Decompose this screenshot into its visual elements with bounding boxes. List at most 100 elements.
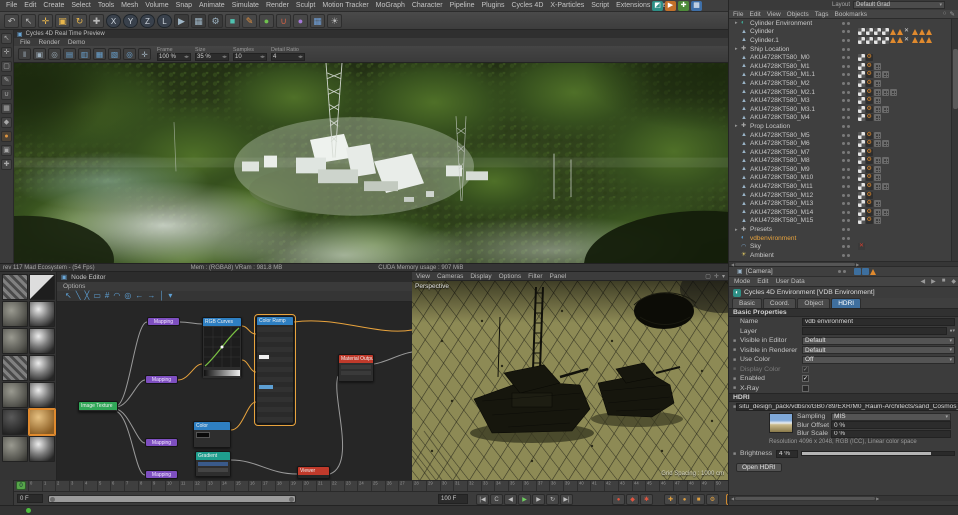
tag-c[interactable]	[858, 37, 865, 44]
toolbar-icon[interactable]: Y	[123, 14, 138, 28]
tag-u[interactable]	[874, 200, 881, 207]
toolbar-icon[interactable]: ■	[225, 14, 240, 28]
render-tool-icon[interactable]: ▧	[108, 48, 121, 60]
node-material-output[interactable]: Material Output	[338, 354, 374, 382]
object-name[interactable]: AKU4728KT580_M15	[750, 217, 842, 224]
visibility-dots[interactable]	[842, 91, 858, 94]
menu-item[interactable]: Edit	[21, 2, 39, 9]
object-name[interactable]: AKU4728KT580_M11	[750, 183, 842, 190]
tag-c[interactable]	[866, 28, 873, 35]
tag-u[interactable]	[874, 183, 881, 190]
visible-renderer-dropdown[interactable]: Default▾	[802, 346, 955, 354]
visibility-dots[interactable]	[842, 168, 858, 171]
history-icon[interactable]: ◀	[921, 278, 926, 285]
object-tags[interactable]	[858, 37, 932, 44]
node-tool-icon[interactable]: ╳	[85, 291, 90, 301]
toolbar-icon[interactable]: ✚	[89, 14, 104, 28]
tag-u[interactable]	[882, 183, 889, 190]
tag-g[interactable]	[866, 71, 873, 78]
use-color-dropdown[interactable]: Off▾	[802, 356, 955, 364]
tag-g[interactable]	[866, 174, 873, 181]
tag-g[interactable]	[866, 200, 873, 207]
scroll-right-arrow[interactable]: ▶	[856, 262, 859, 267]
toolbar-icon[interactable]: ●	[259, 14, 274, 28]
tag-r[interactable]	[858, 243, 865, 250]
menu-item[interactable]: X-Particles	[547, 2, 587, 9]
object-row[interactable]: ▸ AKU4728KT580_M2.1	[729, 88, 951, 97]
blur-scale-field[interactable]: 0 %	[831, 430, 951, 438]
visibility-dots[interactable]	[842, 22, 858, 25]
render-field-input[interactable]: 4◂▸	[271, 53, 305, 61]
render-tool-icon[interactable]: ◎	[48, 48, 61, 60]
am-menu-item[interactable]: User Data	[775, 278, 804, 285]
object-row[interactable]: ▸ AKU4728KT580_M12	[729, 191, 951, 200]
quicklaunch-icon[interactable]: ▶	[665, 1, 676, 11]
tag-c[interactable]	[858, 132, 865, 139]
tag-c[interactable]	[866, 37, 873, 44]
tag-g[interactable]	[866, 132, 873, 139]
object-tags[interactable]	[858, 97, 881, 104]
tag-t[interactable]	[912, 37, 918, 43]
tag-x[interactable]	[904, 37, 911, 44]
menu-item[interactable]: File	[3, 2, 20, 9]
object-tags[interactable]	[858, 114, 881, 121]
object-name[interactable]: Cylinder Environment	[750, 20, 842, 27]
object-name[interactable]: AKU4728KT580_M12	[750, 192, 842, 199]
object-tags[interactable]	[858, 200, 881, 207]
tag-u[interactable]	[882, 140, 889, 147]
tag-g[interactable]	[866, 183, 873, 190]
autokey-button[interactable]: ✚	[664, 494, 677, 505]
node-tool-icon[interactable]: │	[159, 291, 164, 301]
visibility-dots[interactable]	[842, 39, 858, 42]
dock-tool-icon[interactable]: ●	[1, 131, 12, 142]
object-name[interactable]: AKU4728KT580_M8	[750, 157, 842, 164]
tag-c[interactable]	[858, 114, 865, 121]
object-tags[interactable]	[858, 192, 873, 199]
history-icon[interactable]: ■	[942, 278, 946, 285]
tag-u[interactable]	[874, 89, 881, 96]
node-tool-icon[interactable]: ◎	[124, 291, 131, 301]
timeline-ruler[interactable]: 0123456789101112131415161718192021222324…	[14, 480, 728, 491]
scroll-track[interactable]	[735, 263, 855, 266]
toolbar-icon[interactable]: ⚙	[208, 14, 223, 28]
tag-c[interactable]	[882, 37, 889, 44]
toolbar-icon[interactable]: ▣	[55, 14, 70, 28]
object-row[interactable]: ▸ AKU4728KT580_M3	[729, 96, 951, 105]
menu-item[interactable]: Script	[588, 2, 612, 9]
visibility-dots[interactable]	[842, 159, 858, 162]
am-scroll-right[interactable]: ▶	[876, 496, 879, 501]
tag-u[interactable]	[874, 63, 881, 70]
object-name[interactable]: AKU4728KT580_M14	[750, 209, 842, 216]
tag-t[interactable]	[919, 37, 925, 43]
toolbar-icon[interactable]: ▶	[174, 14, 189, 28]
material-thumbnail[interactable]	[2, 355, 28, 381]
visibility-dots[interactable]	[842, 134, 858, 137]
toolbar-icon[interactable]: ✛	[38, 14, 53, 28]
object-name[interactable]: AKU4728KT580_M6	[750, 140, 842, 147]
object-tags[interactable]	[858, 71, 889, 78]
toolbar-icon[interactable]: ▦	[191, 14, 206, 28]
toolbar-icon[interactable]: ●	[293, 14, 308, 28]
object-name[interactable]: AKU4728KT580_M5	[750, 132, 842, 139]
material-thumbnail[interactable]	[29, 301, 55, 327]
visibility-dots[interactable]	[842, 108, 858, 111]
node-rgb-curves[interactable]: RGB Curves	[202, 317, 242, 377]
object-name[interactable]: vdbenvironment	[750, 235, 842, 242]
toolbar-icon[interactable]: ∪	[276, 14, 291, 28]
record-key-button[interactable]: ✱	[640, 494, 653, 505]
hdri-thumbnail[interactable]	[769, 413, 793, 433]
node-tool-icon[interactable]: ◠	[113, 291, 120, 301]
render-field-input[interactable]: 100 %◂▸	[157, 53, 191, 61]
object-row[interactable]: ▸ AKU4728KT580_M13	[729, 199, 951, 208]
render-tool-icon[interactable]: ✛	[138, 48, 151, 60]
visibility-dots[interactable]	[842, 142, 858, 145]
object-row[interactable]: ▸ AKU4728KT580_M8	[729, 157, 951, 166]
autokey-button[interactable]: ■	[692, 494, 705, 505]
tag-u[interactable]	[874, 114, 881, 121]
visibility-dots[interactable]	[842, 245, 858, 248]
tag-u[interactable]	[874, 71, 881, 78]
tag-u[interactable]	[882, 157, 889, 164]
tag-g[interactable]	[866, 89, 873, 96]
camera-object-row[interactable]: [Camera]	[729, 267, 958, 277]
tag-g[interactable]	[866, 54, 873, 61]
